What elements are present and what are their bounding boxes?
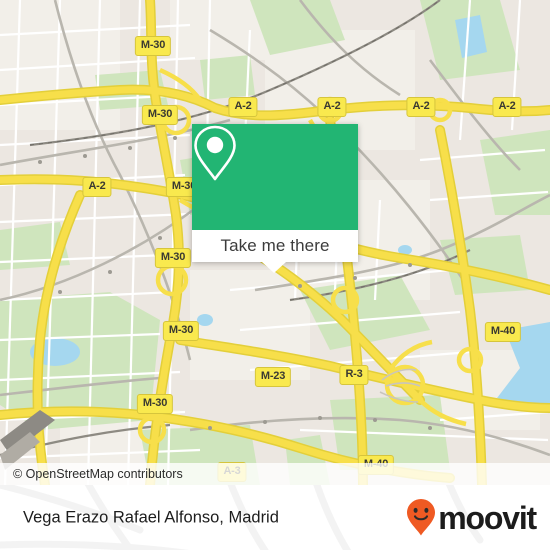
road-shield: M-30 (141, 105, 179, 125)
road-shield: M-30 (162, 321, 200, 341)
moovit-brand[interactable]: moovit (406, 498, 537, 538)
road-shield: A-2 (228, 97, 258, 117)
popup-cta-area[interactable]: Take me there (192, 230, 358, 262)
location-popup-card[interactable]: Take me there (192, 124, 358, 262)
map-pin-icon (194, 125, 236, 181)
map-canvas[interactable]: M-30 M-30 A-2 A-2 A-2 A-2 A-2 M-30 M-30 … (0, 0, 550, 485)
road-shield: A-2 (82, 177, 112, 197)
road-shield: M-40 (484, 322, 522, 342)
moovit-wordmark: moovit (438, 499, 537, 536)
map-page: M-30 M-30 A-2 A-2 A-2 A-2 A-2 M-30 M-30 … (0, 0, 550, 550)
moovit-pin-smiley-icon (407, 498, 436, 535)
road-shield: M-30 (134, 36, 172, 56)
road-shield: A-2 (317, 97, 347, 117)
place-title: Vega Erazo Rafael Alfonso, Madrid (23, 508, 279, 526)
take-me-there-label: Take me there (220, 236, 330, 255)
road-shield: M-30 (154, 248, 192, 268)
road-shield: M-23 (254, 367, 292, 387)
map-attribution-bar: © OpenStreetMap contributors (0, 463, 550, 485)
road-shield: A-2 (406, 97, 436, 117)
footer-bar: Vega Erazo Rafael Alfonso, Madrid moovit (0, 485, 550, 550)
popup-icon-area (192, 124, 358, 230)
road-shield: A-2 (492, 97, 522, 117)
road-shield: R-3 (339, 365, 369, 385)
osm-attribution-text: © OpenStreetMap contributors (13, 467, 183, 481)
road-shield: M-30 (136, 394, 174, 414)
